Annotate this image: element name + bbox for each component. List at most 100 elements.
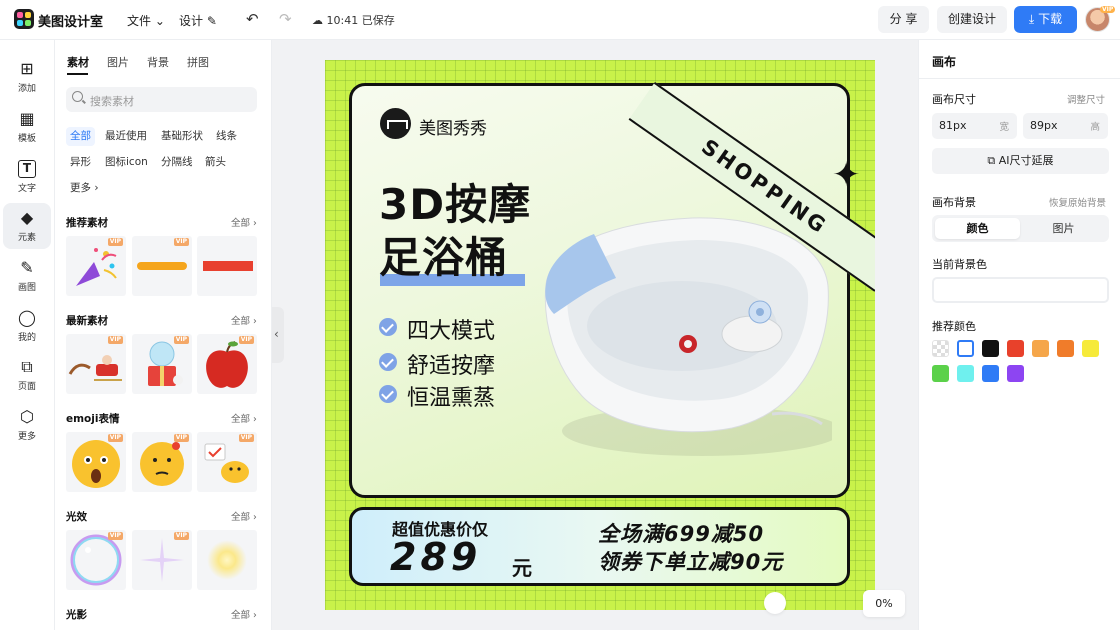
rail-item-draw[interactable]: ✎ 画图 (3, 253, 51, 299)
design-menu[interactable]: 设计 ✎ (179, 12, 217, 29)
tab-collage[interactable]: 拼图 (187, 54, 209, 70)
canvas-width-field[interactable]: 81px 宽 (932, 113, 1017, 139)
chip-recent[interactable]: 最近使用 (101, 127, 151, 146)
color-swatch[interactable] (957, 340, 974, 357)
section-title-light-shadow: 光影 (66, 609, 87, 621)
tab-backgrounds[interactable]: 背景 (147, 54, 169, 70)
asset-thumb-orange-stroke[interactable]: VIP (132, 236, 192, 296)
panel-title: 画布 (932, 55, 957, 69)
undo-icon[interactable]: ↶ (246, 10, 259, 28)
canvas-height-field[interactable]: 89px 高 (1023, 113, 1108, 139)
create-design-button[interactable]: 创建设计 (937, 6, 1007, 33)
asset-thumb-duck-sign[interactable]: VIP (197, 432, 257, 492)
vip-badge: VIP (173, 434, 189, 442)
chip-lines[interactable]: 线条 (212, 127, 241, 146)
color-swatch[interactable] (957, 365, 974, 382)
color-swatch[interactable] (1082, 340, 1099, 357)
asset-thumb-sparkle[interactable]: VIP (132, 530, 192, 590)
tab-materials[interactable]: 素材 (67, 54, 89, 70)
chip-dividers[interactable]: 分隔线 (157, 153, 197, 172)
background-mode-toggle: 颜色 图片 (932, 215, 1109, 242)
poster-price-card[interactable]: 超值优惠价仅 289 元 全场满699减50 领券下单立减90元 (349, 507, 850, 586)
canvas-helper-button[interactable] (764, 592, 786, 614)
color-swatch[interactable] (1007, 365, 1024, 382)
top-bar: 美图设计室 文件 ⌄ 设计 ✎ ↶ ↷ ☁ 10:41 已保存 分 享 创建设计… (0, 0, 1120, 40)
color-swatch[interactable] (1007, 340, 1024, 357)
price-unit[interactable]: 元 (512, 552, 532, 581)
rail-item-add[interactable]: ⊞ 添加 (3, 54, 51, 100)
text-T-icon: T (18, 160, 36, 178)
asset-thumb-snowglobe-gift[interactable]: VIP (132, 334, 192, 394)
color-swatch[interactable] (932, 340, 949, 357)
color-swatch[interactable] (1057, 340, 1074, 357)
poster-canvas[interactable]: 美图秀秀 3D按摩 足浴桶 四大模式 舒适按摩 恒温熏蒸 SHOPPING ✦ … (325, 60, 875, 610)
orange-stroke-image (137, 262, 187, 270)
asset-thumb-party-popper[interactable]: VIP (66, 236, 126, 296)
poster-feature-3[interactable]: 恒温熏蒸 (379, 380, 495, 412)
poster-main-card[interactable]: 美图秀秀 3D按摩 足浴桶 四大模式 舒适按摩 恒温熏蒸 (349, 83, 850, 498)
color-swatch[interactable] (1032, 340, 1049, 357)
zoom-level[interactable]: 0% (863, 590, 905, 617)
rail-item-more[interactable]: ⬡ 更多 (3, 402, 51, 448)
rail-item-text[interactable]: T 文字 (3, 154, 51, 200)
poster-feature-1[interactable]: 四大模式 (379, 313, 495, 345)
file-menu[interactable]: 文件 ⌄ (127, 12, 165, 29)
asset-thumb-glow[interactable] (197, 530, 257, 590)
section-all-emoji[interactable]: 全部 › (231, 411, 257, 425)
template-grid-icon: ▦ (19, 109, 35, 128)
asset-thumb-apple[interactable]: VIP (197, 334, 257, 394)
tab-images[interactable]: 图片 (107, 54, 129, 70)
section-all-recommended[interactable]: 全部 › (231, 215, 257, 229)
section-all-newest[interactable]: 全部 › (231, 313, 257, 327)
asset-thumb-sleigh[interactable]: VIP (66, 334, 126, 394)
poster-feature-2[interactable]: 舒适按摩 (379, 348, 495, 380)
ai-resize-button[interactable]: ⧉ AI尺寸延展 (932, 148, 1109, 174)
asset-thumb-scared-emoji[interactable]: VIP (66, 432, 126, 492)
promo-line-2[interactable]: 领券下单立减90元 (598, 546, 783, 576)
promo-line-1[interactable]: 全场满699减50 (598, 518, 764, 548)
canvas-size-label: 画布尺寸 (932, 93, 976, 106)
vip-badge: VIP (107, 434, 123, 442)
collapse-panel-handle[interactable]: ‹ (272, 307, 284, 363)
asset-thumb-thinking-emoji[interactable]: VIP (132, 432, 192, 492)
poster-brand-name[interactable]: 美图秀秀 (419, 114, 487, 139)
section-all-light-effects[interactable]: 全部 › (231, 509, 257, 523)
app-logo-icon[interactable] (14, 9, 34, 29)
asset-thumb-bubble[interactable]: VIP (66, 530, 126, 590)
foot-spa-basin-image[interactable] (532, 206, 832, 466)
rail-item-elements[interactable]: ◆ 元素 (3, 203, 51, 249)
poster-headline-line1[interactable]: 3D按摩 (379, 181, 531, 229)
color-swatch[interactable] (982, 340, 999, 357)
app-name[interactable]: 美图设计室 (38, 11, 103, 30)
tab-color[interactable]: 颜色 (935, 218, 1020, 239)
share-button[interactable]: 分 享 (878, 6, 929, 33)
chip-arrows[interactable]: 箭头 (201, 153, 230, 172)
chip-more[interactable]: 更多 › (66, 179, 103, 198)
restore-background-link[interactable]: 恢复原始背景 (1049, 195, 1106, 209)
current-bg-color-field[interactable] (932, 277, 1109, 303)
sparkle-star-icon[interactable]: ✦ (832, 155, 861, 195)
chip-icons[interactable]: 图标icon (101, 153, 152, 172)
save-status: ☁ 10:41 已保存 (312, 14, 395, 27)
download-button[interactable]: ⤓ 下载 (1014, 6, 1077, 33)
design-editor: { "topbar": { "app_name": "美图设计室", "file… (0, 0, 1120, 630)
section-all-light-shadow[interactable]: 全部 › (231, 607, 257, 621)
rail-item-templates[interactable]: ▦ 模板 (3, 104, 51, 150)
color-swatch[interactable] (982, 365, 999, 382)
search-input[interactable]: 搜索素材 (66, 87, 257, 112)
redo-icon[interactable]: ↷ (279, 10, 292, 28)
chip-all[interactable]: 全部 (66, 127, 95, 146)
asset-thumb-red-bar[interactable] (197, 236, 257, 296)
rail-item-mine[interactable]: ◯ 我的 (3, 303, 51, 349)
price-value[interactable]: 289 (390, 535, 481, 579)
color-swatch[interactable] (932, 365, 949, 382)
chip-special-shapes[interactable]: 异形 (66, 153, 95, 172)
poster-headline-line2[interactable]: 足浴桶 (379, 234, 508, 282)
tab-image[interactable]: 图片 (1021, 218, 1106, 239)
vip-badge: VIP (173, 238, 189, 246)
resize-link[interactable]: 调整尺寸 (1067, 92, 1105, 106)
vip-badge: VIP (238, 434, 254, 442)
meitu-logo-icon[interactable] (380, 108, 411, 139)
chip-basic-shapes[interactable]: 基础形状 (157, 127, 207, 146)
rail-item-pages[interactable]: ⧉ 页面 (3, 352, 51, 398)
